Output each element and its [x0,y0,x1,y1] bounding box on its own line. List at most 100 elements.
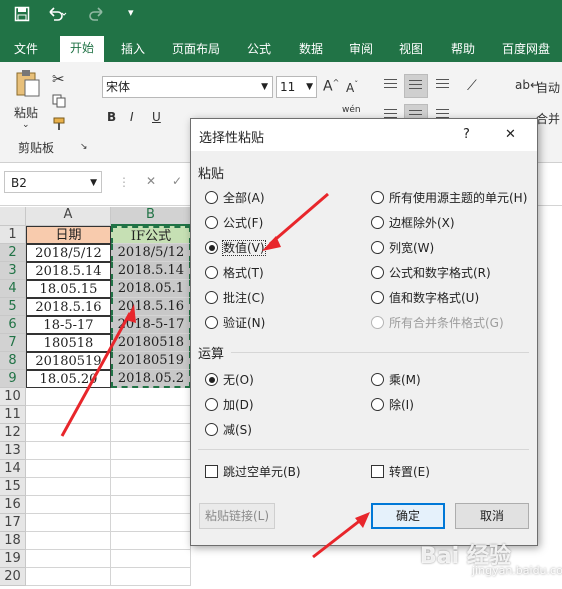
font-size-select[interactable]: 11 ▼ [276,76,317,98]
cell-b14[interactable] [111,460,191,478]
radio-op-divide[interactable]: 除(I) [371,396,414,413]
tab-insert[interactable]: 插入 [121,40,145,57]
radio-paste-values-numbers[interactable]: 值和数字格式(U) [371,289,479,306]
cell-b3[interactable]: 2018.5.14 [111,262,191,280]
row-header[interactable]: 17 [0,514,26,532]
cell-b13[interactable] [111,442,191,460]
cell-a19[interactable] [26,550,111,568]
radio-paste-formats[interactable]: 格式(T) [205,264,264,281]
row-header[interactable]: 16 [0,496,26,514]
cell-b2[interactable]: 2018/5/12 [111,244,191,262]
row-header[interactable]: 9 [0,370,26,388]
row-header[interactable]: 1 [0,226,26,244]
radio-paste-values[interactable]: 数值(V) [205,239,266,256]
merge-center-label[interactable]: 合并 [536,110,560,127]
row-header[interactable]: 2 [0,244,26,262]
checkbox-transpose[interactable]: 转置(E) [371,463,430,480]
row-header[interactable]: 5 [0,298,26,316]
cell-b7[interactable]: 20180518 [111,334,191,352]
row-header[interactable]: 7 [0,334,26,352]
tab-data[interactable]: 数据 [299,40,323,57]
italic-button[interactable]: I [130,110,134,124]
cell-b12[interactable] [111,424,191,442]
radio-paste-source-theme[interactable]: 所有使用源主题的单元(H) [371,189,527,206]
radio-op-none[interactable]: 无(O) [205,371,254,388]
radio-op-add[interactable]: 加(D) [205,396,254,413]
radio-paste-formulas-numbers[interactable]: 公式和数字格式(R) [371,264,491,281]
checkbox-skip-blanks[interactable]: 跳过空单元(B) [205,463,301,480]
customize-qa-icon[interactable]: ▾ [128,6,134,19]
redo-icon[interactable] [88,6,110,26]
decrease-font-icon[interactable]: Aˇ [346,80,358,95]
tab-formulas[interactable]: 公式 [247,40,271,57]
cell-a15[interactable] [26,478,111,496]
confirm-edit-icon[interactable]: ✓ [172,174,182,188]
tab-review[interactable]: 审阅 [349,40,373,57]
increase-font-icon[interactable]: A^ [323,78,339,95]
radio-paste-formulas[interactable]: 公式(F) [205,214,263,231]
row-header[interactable]: 8 [0,352,26,370]
cell-b19[interactable] [111,550,191,568]
cell-b20[interactable] [111,568,191,586]
cell-a16[interactable] [26,496,111,514]
radio-paste-comments[interactable]: 批注(C) [205,289,265,306]
radio-op-multiply[interactable]: 乘(M) [371,371,421,388]
column-header-b[interactable]: B [111,207,191,226]
row-header[interactable]: 4 [0,280,26,298]
cell-a1[interactable]: 日期 [26,226,111,244]
cell-a7[interactable]: 180518 [26,334,111,352]
copy-icon[interactable] [52,94,68,111]
cell-a2[interactable]: 2018/5/12 [26,244,111,262]
cell-a4[interactable]: 18.05.15 [26,280,111,298]
cell-a12[interactable] [26,424,111,442]
cancel-button[interactable]: 取消 [455,503,529,529]
radio-paste-column-widths[interactable]: 列宽(W) [371,239,434,256]
cut-icon[interactable]: ✂ [52,70,65,88]
paste-label[interactable]: 粘贴 [14,104,38,121]
radio-op-subtract[interactable]: 减(S) [205,421,252,438]
cell-a17[interactable] [26,514,111,532]
undo-icon[interactable] [46,6,68,26]
tab-view[interactable]: 视图 [399,40,423,57]
row-header[interactable]: 19 [0,550,26,568]
cell-a3[interactable]: 2018.5.14 [26,262,111,280]
row-header[interactable]: 11 [0,406,26,424]
cell-a5[interactable]: 2018.5.16 [26,298,111,316]
cell-a6[interactable]: 18-5-17 [26,316,111,334]
tab-page-layout[interactable]: 页面布局 [172,40,220,57]
cell-a18[interactable] [26,532,111,550]
radio-paste-all[interactable]: 全部(A) [205,189,265,206]
row-header[interactable]: 6 [0,316,26,334]
format-painter-icon[interactable] [52,117,68,134]
cell-b10[interactable] [111,388,191,406]
cell-a8[interactable]: 20180519 [26,352,111,370]
tab-help[interactable]: 帮助 [451,40,475,57]
cell-b18[interactable] [111,532,191,550]
radio-paste-no-borders[interactable]: 边框除外(X) [371,214,455,231]
cell-b11[interactable] [111,406,191,424]
row-header[interactable]: 18 [0,532,26,550]
wrap-text-label[interactable]: 自动 [536,79,560,96]
align-top-icon[interactable] [380,74,402,96]
row-header[interactable]: 12 [0,424,26,442]
align-bottom-icon[interactable] [432,74,454,96]
orientation-icon[interactable]: ⟋ [467,78,477,94]
paste-icon[interactable] [14,68,42,101]
help-button[interactable]: ? [463,127,470,142]
close-button[interactable]: ✕ [505,127,516,142]
cell-a20[interactable] [26,568,111,586]
cell-b9[interactable]: 2018.05.2 [111,370,191,388]
cell-b8[interactable]: 20180519 [111,352,191,370]
bold-button[interactable]: B [107,110,116,124]
row-header[interactable]: 15 [0,478,26,496]
formula-options-icon[interactable]: ⋮ [118,175,130,189]
row-header[interactable]: 13 [0,442,26,460]
ok-button[interactable]: 确定 [371,503,445,529]
cell-b6[interactable]: 2018-5-17 [111,316,191,334]
cell-b1[interactable]: IF公式 [111,226,191,244]
cell-a11[interactable] [26,406,111,424]
align-middle-icon[interactable] [404,74,428,98]
clipboard-launcher-icon[interactable]: ↘ [80,142,88,152]
cell-a9[interactable]: 18.05.20 [26,370,111,388]
radio-paste-validation[interactable]: 验证(N) [205,314,265,331]
